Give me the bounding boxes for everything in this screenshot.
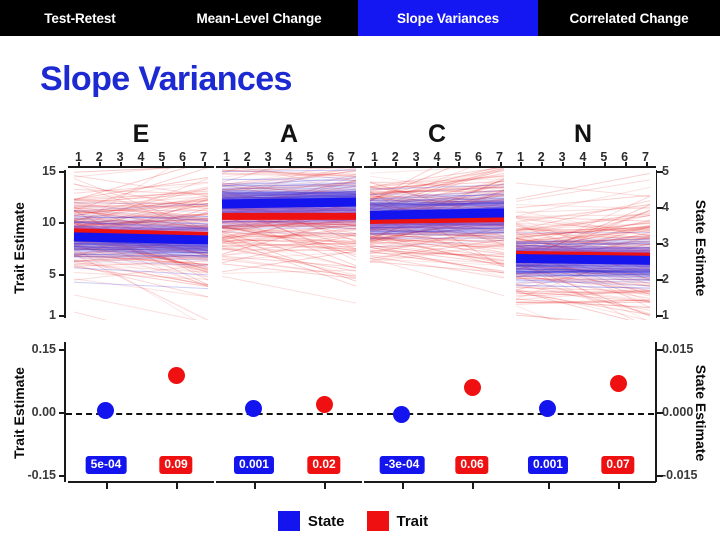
- axis-tick-label: 5: [49, 266, 56, 281]
- spaghetti-lines: [515, 172, 651, 320]
- axis-tick-label: 3: [662, 236, 669, 250]
- variance-panel-c: -3e-04 0.06: [364, 342, 510, 487]
- spaghetti-panel-n: [510, 168, 656, 320]
- slide-root: Test-Retest Mean-Level Change Slope Vari…: [0, 0, 720, 540]
- nav-tab-test-retest[interactable]: Test-Retest: [0, 0, 160, 36]
- top-plot-row: 15 10 5 1 5 4 3 2 1: [0, 162, 720, 322]
- chart-legend: State Trait: [0, 508, 720, 534]
- axis-tick-label: 10: [42, 215, 56, 230]
- bottom-x-tick-mark: [176, 483, 179, 489]
- nav-tab-slope-variances[interactable]: Slope Variances: [358, 0, 538, 36]
- top-left-axis-line: [64, 170, 66, 318]
- bottom-x-tick-mark: [253, 483, 256, 489]
- panel-letter-a: A: [279, 120, 299, 148]
- trait-variance-dot: [315, 396, 333, 414]
- spaghetti-lines: [73, 168, 209, 320]
- spaghetti-panel-c: [364, 168, 510, 320]
- nav-tab-label: Mean-Level Change: [196, 10, 322, 26]
- state-variance-dot: [393, 405, 411, 423]
- spaghetti-panel-a: [216, 168, 362, 320]
- bottom-frame-a: [216, 481, 362, 483]
- axis-tick-mark: [59, 412, 65, 414]
- bottom-x-tick-mark: [547, 483, 550, 489]
- trait-variance-label: 0.06: [455, 456, 489, 474]
- axis-tick-mark: [657, 207, 663, 209]
- variance-panel-n: 0.001 0.07: [510, 342, 656, 487]
- bottom-x-tick-mark: [618, 483, 621, 489]
- trait-variance-label: 0.02: [307, 456, 341, 474]
- nav-tab-label: Test-Retest: [44, 10, 116, 26]
- trait-variance-dot: [463, 379, 481, 397]
- axis-tick-mark: [59, 273, 65, 276]
- variance-panel-a: 0.001 0.02: [216, 342, 362, 487]
- bottom-plot-row: 0.15 0.00 -0.15 0.015 0.000 -0.015 5e-04 0.09…: [0, 342, 720, 489]
- axis-tick-label: 0.15: [31, 342, 56, 356]
- axis-tick-label: 1: [49, 308, 56, 322]
- bottom-x-tick-mark: [324, 483, 327, 489]
- axis-tick-mark: [59, 171, 65, 173]
- axis-tick-mark: [657, 171, 663, 173]
- state-variance-dot: [245, 400, 263, 418]
- legend-label-trait: Trait: [396, 512, 429, 530]
- axis-tick-label: 15: [42, 164, 56, 178]
- spaghetti-lines: [369, 168, 505, 297]
- bottom-frame-e: [68, 481, 214, 483]
- bottom-frame-c: [364, 481, 510, 483]
- legend-swatch-trait-icon: [366, 511, 389, 531]
- figure-slope-variances: Trait Estimate State Estimate Trait Esti…: [0, 110, 720, 540]
- spaghetti-lines: [221, 168, 357, 304]
- axis-tick-mark: [657, 412, 663, 414]
- legend-swatch-state-icon: [277, 511, 300, 531]
- trait-variance-label: 0.07: [601, 456, 635, 474]
- bottom-x-tick-mark: [472, 483, 475, 489]
- axis-tick-label: 0.00: [31, 405, 56, 419]
- nav-tab-label: Correlated Change: [569, 10, 689, 26]
- axis-tick-mark: [657, 279, 663, 281]
- page-title: Slope Variances: [40, 60, 292, 98]
- axis-tick-label: 5: [662, 164, 669, 178]
- axis-tick-label: -0.015: [662, 468, 698, 482]
- axis-tick-label: -0.15: [27, 468, 57, 482]
- panel-top-frame: [364, 166, 510, 168]
- nav-tab-mean-level-change[interactable]: Mean-Level Change: [160, 0, 358, 36]
- axis-tick-label: 4: [662, 200, 669, 214]
- axis-tick-label: 0.015: [662, 342, 694, 356]
- trait-variance-dot: [609, 375, 627, 393]
- panel-top-frame: [216, 166, 362, 168]
- spaghetti-panel-e: [68, 168, 214, 320]
- axis-tick-mark: [657, 475, 663, 477]
- bottom-x-tick-mark: [105, 483, 108, 489]
- axis-tick-mark: [59, 475, 65, 477]
- axis-tick-label: 1: [662, 308, 669, 322]
- axis-tick-mark: [657, 243, 663, 245]
- panel-letter-c: C: [427, 120, 447, 148]
- axis-tick-mark: [657, 349, 663, 351]
- bottom-frame-n: [510, 481, 656, 483]
- trait-variance-dot: [167, 366, 185, 384]
- panel-letter-e: E: [132, 120, 150, 148]
- top-navigation-bar: Test-Retest Mean-Level Change Slope Vari…: [0, 0, 720, 36]
- axis-tick-mark: [59, 349, 65, 351]
- nav-tab-label: Slope Variances: [396, 10, 500, 26]
- state-variance-label: 5e-04: [85, 456, 127, 474]
- legend-label-state: State: [307, 512, 345, 530]
- state-variance-label: -3e-04: [379, 456, 425, 474]
- panel-top-frame: [510, 166, 656, 168]
- axis-tick-mark: [59, 222, 65, 225]
- variance-panel-e: 5e-04 0.09: [68, 342, 214, 487]
- panel-letter-n: N: [573, 120, 593, 148]
- trait-variance-label: 0.09: [159, 456, 193, 474]
- state-variance-label: 0.001: [527, 456, 568, 474]
- state-variance-dot: [97, 402, 115, 420]
- nav-tab-correlated-change[interactable]: Correlated Change: [538, 0, 720, 36]
- axis-tick-mark: [657, 315, 663, 317]
- axis-tick-label: 2: [662, 272, 669, 286]
- state-variance-dot: [539, 400, 557, 418]
- panel-top-frame: [68, 166, 214, 168]
- axis-tick-mark: [59, 315, 65, 317]
- state-variance-label: 0.001: [233, 456, 274, 474]
- bottom-x-tick-mark: [401, 483, 404, 489]
- axis-tick-label: 0.000: [662, 405, 694, 419]
